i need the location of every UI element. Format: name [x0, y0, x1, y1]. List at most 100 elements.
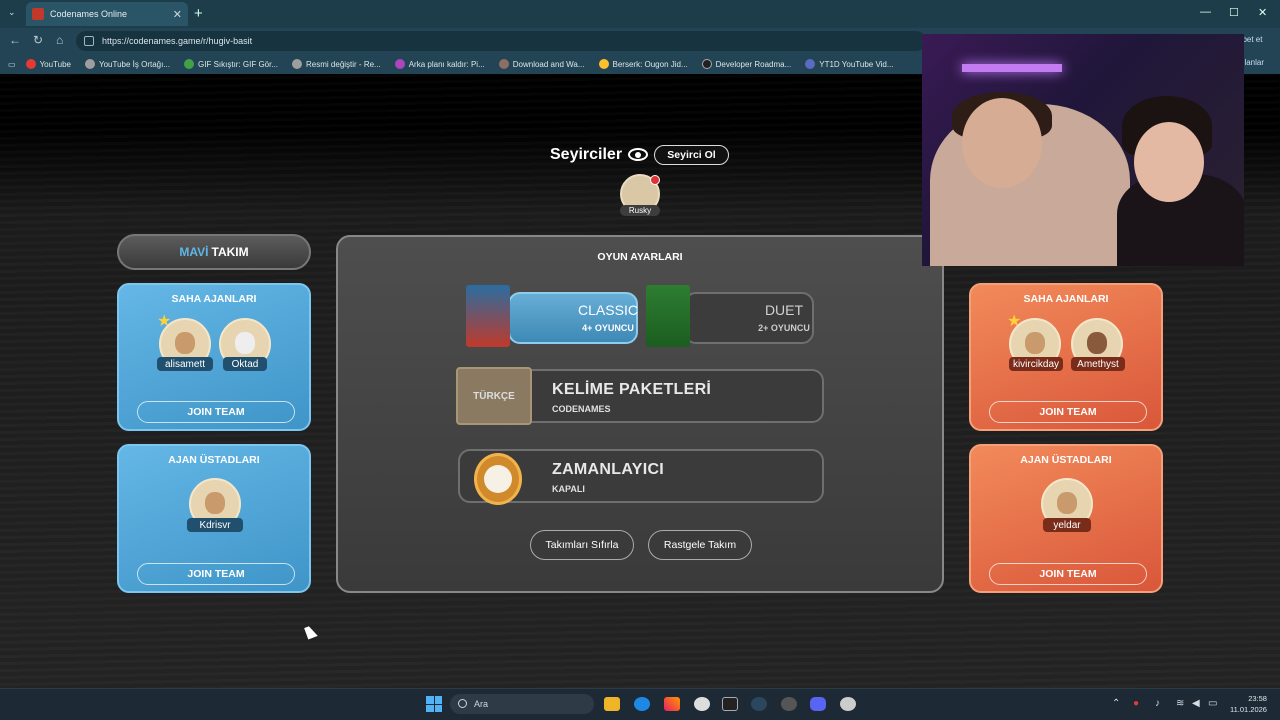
settings-title: OYUN AYARLARI	[597, 251, 683, 263]
taskbar-clock[interactable]: 23:58 11.01.2026	[1230, 693, 1267, 715]
player-name: Amethyst	[1071, 357, 1125, 371]
url-text: https://codenames.game/r/hugiv-basit	[102, 36, 253, 46]
blue-spymasters-card: AJAN ÜSTADLARI Kdrisvr JOIN TEAM	[117, 444, 311, 593]
host-badge-icon	[650, 175, 660, 185]
timer-label: ZAMANLAYICI	[552, 461, 665, 478]
camera-app-icon[interactable]	[840, 697, 856, 711]
join-team-button[interactable]: JOIN TEAM	[989, 563, 1147, 585]
classic-box-icon	[466, 285, 510, 347]
bookmark-favicon-icon	[701, 59, 712, 69]
bookmark-favicon-icon	[598, 59, 609, 69]
recording-icon[interactable]: ●	[1133, 698, 1139, 709]
photos-icon[interactable]	[664, 697, 680, 711]
tab-list-chevron-icon[interactable]: ⌄	[8, 7, 16, 18]
reset-teams-button[interactable]: Takımları Sıfırla	[530, 530, 634, 560]
bookmark-favicon-icon	[805, 59, 816, 69]
word-packs-sub: CODENAMES	[552, 404, 611, 414]
codenames-favicon-icon	[32, 8, 44, 20]
join-team-button[interactable]: JOIN TEAM	[137, 563, 295, 585]
red-field-agents-card: SAHA AJANLARI ★ kivircikday Amethyst JOI…	[969, 283, 1163, 431]
become-spectator-button[interactable]: Seyirci Ol	[654, 145, 729, 165]
bookmark-favicon-icon	[85, 59, 95, 69]
edge-browser-icon[interactable]	[634, 697, 650, 711]
join-team-button[interactable]: JOIN TEAM	[137, 401, 295, 423]
settings-gear-icon[interactable]	[694, 697, 710, 711]
mode-duet-button[interactable]: DUET 2+ OYUNCU	[684, 292, 814, 344]
turkce-pack-badge: TÜRKÇE	[456, 367, 532, 425]
join-team-button[interactable]: JOIN TEAM	[989, 401, 1147, 423]
clock-time: 23:58	[1248, 694, 1267, 703]
bookmark-item[interactable]: Download and Wa...	[498, 59, 585, 69]
game-settings-panel: OYUN AYARLARI CLASSIC 4+ OYUNCU DUET 2+ …	[336, 235, 944, 593]
card-title: SAHA AJANLARI	[1023, 293, 1109, 305]
spectator-name: Rusky	[620, 205, 660, 216]
stopwatch-icon	[474, 453, 522, 505]
bookmark-favicon-icon	[394, 59, 405, 69]
mode-classic-button[interactable]: CLASSIC 4+ OYUNCU	[508, 292, 638, 344]
bookmark-item[interactable]: GIF Sıkıştır: GIF Gör...	[184, 59, 278, 69]
bookmark-item[interactable]: Resmi değiştir - Re...	[292, 59, 381, 69]
site-info-icon[interactable]	[84, 36, 94, 46]
blue-team-header: MAVİ TAKIM	[117, 234, 311, 270]
steam-icon[interactable]	[751, 697, 767, 711]
window-close-icon[interactable]: ✕	[1258, 6, 1267, 19]
file-explorer-icon[interactable]	[604, 697, 620, 711]
spectators-title: Seyirciler	[550, 146, 623, 163]
discord-icon[interactable]	[810, 697, 826, 711]
microphone-icon[interactable]: ♪	[1155, 698, 1160, 709]
red-spymasters-card: AJAN ÜSTADLARI yeldar JOIN TEAM	[969, 444, 1163, 593]
player-name: yeldar	[1043, 518, 1091, 532]
player-name: Oktad	[223, 357, 267, 371]
webcam-overlay	[922, 34, 1244, 266]
team-color-word: MAVİ	[179, 245, 209, 259]
reload-icon[interactable]: ↻	[33, 33, 43, 47]
timer-sub: KAPALI	[552, 484, 585, 494]
volume-icon[interactable]: ◀	[1192, 698, 1200, 709]
card-title: AJAN ÜSTADLARI	[168, 454, 260, 466]
mode-sub: 2+ OYUNCU	[758, 323, 810, 333]
minimize-icon[interactable]: —	[1200, 6, 1211, 18]
random-teams-button[interactable]: Rastgele Takım	[648, 530, 752, 560]
bookmark-item[interactable]: Berserk: Ougon Jid...	[598, 59, 688, 69]
clock-date: 11.01.2026	[1230, 705, 1267, 714]
blue-field-agents-card: SAHA AJANLARI ★ alisamett Oktad JOIN TEA…	[117, 283, 311, 431]
team-word: TAKIM	[211, 245, 249, 259]
tab-title: Codenames Online	[50, 9, 128, 19]
home-icon[interactable]: ⌂	[56, 33, 63, 47]
back-arrow-icon[interactable]: ←	[9, 33, 21, 47]
card-title: SAHA AJANLARI	[171, 293, 257, 305]
card-title: AJAN ÜSTADLARI	[1020, 454, 1112, 466]
mode-label: DUET	[764, 302, 804, 318]
bookmark-item[interactable]: YouTube	[25, 59, 71, 69]
battery-icon[interactable]: ▭	[1208, 698, 1217, 709]
streamer-face	[962, 98, 1042, 188]
bookmark-favicon-icon	[25, 59, 36, 69]
bookmark-favicon-icon	[498, 59, 509, 69]
player-name: kivircikday	[1009, 357, 1063, 371]
new-tab-plus-icon[interactable]: +	[194, 5, 203, 22]
guest-face	[1134, 122, 1204, 202]
browser-tab-bar	[0, 0, 1280, 28]
bookmark-icon[interactable]: ▭	[8, 60, 16, 69]
tab-close-icon[interactable]: ✕	[173, 8, 182, 21]
word-packs-label: KELİME PAKETLERİ	[552, 381, 712, 398]
browser-tab[interactable]: Codenames Online ✕	[26, 2, 188, 26]
bookmark-item[interactable]: YouTube İş Ortağı...	[85, 59, 170, 69]
maximize-icon[interactable]: ☐	[1229, 6, 1239, 19]
tray-chevron-icon[interactable]: ⌃	[1112, 698, 1120, 709]
obs-icon[interactable]	[781, 697, 797, 711]
taskbar-search[interactable]: Ara	[450, 694, 594, 714]
windows-start-icon[interactable]	[426, 696, 442, 712]
bookmark-favicon-icon	[292, 59, 303, 69]
address-bar[interactable]: https://codenames.game/r/hugiv-basit	[76, 31, 926, 51]
bookmark-item[interactable]: Arka planı kaldır: Pi...	[394, 59, 485, 69]
epic-games-icon[interactable]	[722, 697, 738, 711]
player-name: Kdrisvr	[187, 518, 243, 532]
eye-icon	[628, 148, 648, 161]
bookmark-item[interactable]: Developer Roadma...	[701, 59, 791, 69]
duet-box-icon	[646, 285, 690, 347]
bookmark-item[interactable]: YT1D YouTube Vid...	[805, 59, 894, 69]
bookmark-favicon-icon	[184, 59, 195, 69]
wifi-icon[interactable]: ≋	[1176, 698, 1184, 709]
player-name: alisamett	[157, 357, 213, 371]
